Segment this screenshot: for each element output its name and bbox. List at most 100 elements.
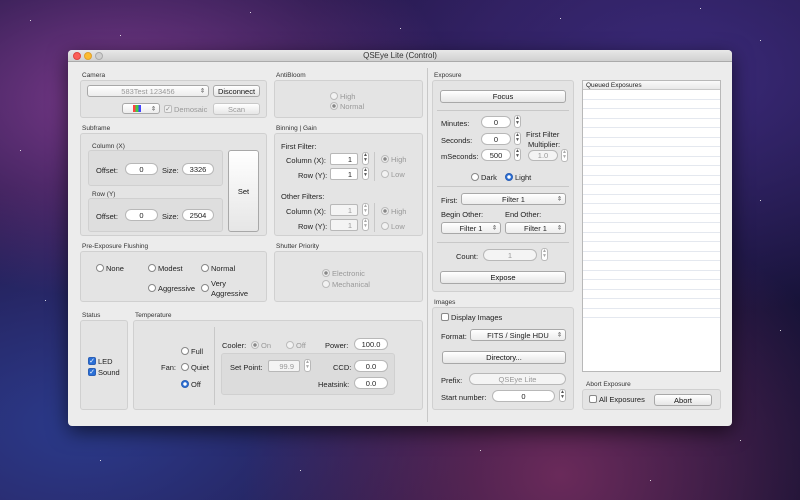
ff-gain-high-radio[interactable] <box>381 155 389 163</box>
row-size-label: Size: <box>162 212 179 221</box>
fan-full-radio[interactable] <box>181 347 189 355</box>
mseconds-stepper[interactable]: ▲ ▼ <box>514 148 521 161</box>
mseconds-field[interactable]: 500 <box>481 149 511 161</box>
shutter-mechanical-radio[interactable] <box>322 280 330 288</box>
queue-row[interactable] <box>583 156 720 166</box>
col-offset-field[interactable]: 0 <box>125 163 158 175</box>
display-images-checkbox[interactable] <box>441 313 449 321</box>
queue-row[interactable] <box>583 175 720 185</box>
scan-button[interactable]: Scan <box>213 103 260 115</box>
row-size-field[interactable]: 2504 <box>182 209 214 221</box>
dark-radio[interactable] <box>471 173 479 181</box>
temperature-section-label: Temperature <box>135 312 172 319</box>
queue-row[interactable] <box>583 270 720 280</box>
flush-aggressive-radio[interactable] <box>148 284 156 292</box>
multiplier-field[interactable]: 1.0 <box>528 150 558 161</box>
led-checkbox[interactable]: ✓ <box>88 357 96 365</box>
minutes-stepper[interactable]: ▲ ▼ <box>514 115 521 128</box>
setpoint-stepper[interactable]: ▲ ▼ <box>304 359 311 372</box>
queue-row[interactable] <box>583 137 720 147</box>
start-number-stepper[interactable]: ▲ ▼ <box>559 389 566 402</box>
expose-button[interactable]: Expose <box>440 271 566 284</box>
setpoint-field[interactable]: 99.9 <box>268 360 300 372</box>
queued-exposures-table[interactable]: Queued Exposures <box>582 80 721 372</box>
multiplier-stepper[interactable]: ▲ ▼ <box>561 149 568 162</box>
queue-row[interactable] <box>583 128 720 138</box>
of-gain-low-radio[interactable] <box>381 222 389 230</box>
power-field: 100.0 <box>354 338 388 350</box>
led-label: LED <box>98 357 113 366</box>
queue-row[interactable] <box>583 232 720 242</box>
of-gain-high-radio[interactable] <box>381 207 389 215</box>
seconds-field[interactable]: 0 <box>481 133 511 145</box>
of-row-field[interactable]: 1 <box>330 219 358 231</box>
flush-normal-radio[interactable] <box>201 264 209 272</box>
all-exposures-checkbox[interactable] <box>589 395 597 403</box>
row-offset-field[interactable]: 0 <box>125 209 158 221</box>
demosaic-checkbox[interactable]: ✓ <box>164 105 172 113</box>
of-row-stepper[interactable]: ▲ ▼ <box>362 218 369 231</box>
shutter-mechanical-label: Mechanical <box>332 280 370 289</box>
set-subframe-button[interactable]: Set <box>228 150 259 232</box>
queue-row[interactable] <box>583 194 720 204</box>
fan-label: Fan: <box>161 363 177 372</box>
queue-row[interactable] <box>583 204 720 214</box>
first-filter-value: Filter 1 <box>502 194 525 204</box>
queue-row[interactable] <box>583 299 720 309</box>
end-other-select[interactable]: Filter 1 ⇕ <box>505 222 566 234</box>
ff-row-field[interactable]: 1 <box>330 168 358 180</box>
first-filter-select[interactable]: Filter 1 ⇕ <box>461 193 566 205</box>
ff-column-stepper[interactable]: ▲ ▼ <box>362 152 369 165</box>
minutes-field[interactable]: 0 <box>481 116 511 128</box>
start-number-field[interactable]: 0 <box>492 390 555 402</box>
cooler-off-radio[interactable] <box>286 341 294 349</box>
queue-row[interactable] <box>583 251 720 261</box>
abort-button[interactable]: Abort <box>654 394 712 406</box>
disconnect-button[interactable]: Disconnect <box>213 85 260 97</box>
count-stepper[interactable]: ▲ ▼ <box>541 248 548 261</box>
fan-off-radio[interactable] <box>181 380 189 388</box>
camera-device-select[interactable]: 583Test 123456 ⇕ <box>87 85 209 97</box>
heatsink-label: Heatsink: <box>318 380 350 389</box>
seconds-stepper[interactable]: ▲ ▼ <box>514 132 521 145</box>
ff-column-field[interactable]: 1 <box>330 153 358 165</box>
queue-row[interactable] <box>583 90 720 100</box>
begin-other-select[interactable]: Filter 1 ⇕ <box>441 222 501 234</box>
cooler-on-radio[interactable] <box>251 341 259 349</box>
queue-row[interactable] <box>583 118 720 128</box>
queue-row[interactable] <box>583 166 720 176</box>
prefix-field[interactable]: QSEye Lite <box>469 373 566 385</box>
of-column-stepper[interactable]: ▲ ▼ <box>362 203 369 216</box>
color-mode-select[interactable]: ⇕ <box>122 103 160 114</box>
ff-gain-low-radio[interactable] <box>381 170 389 178</box>
antibloom-high-radio[interactable] <box>330 92 338 100</box>
ff-row-stepper[interactable]: ▲ ▼ <box>362 167 369 180</box>
queue-row[interactable] <box>583 308 720 318</box>
sound-checkbox[interactable]: ✓ <box>88 368 96 376</box>
focus-button[interactable]: Focus <box>440 90 566 103</box>
queue-row[interactable] <box>583 185 720 195</box>
queue-row[interactable] <box>583 147 720 157</box>
queue-row[interactable] <box>583 99 720 109</box>
queue-row[interactable] <box>583 280 720 290</box>
fan-quiet-radio[interactable] <box>181 363 189 371</box>
flush-none-radio[interactable] <box>96 264 104 272</box>
queued-exposures-header: Queued Exposures <box>583 81 720 90</box>
queue-row[interactable] <box>583 223 720 233</box>
queue-row[interactable] <box>583 109 720 119</box>
antibloom-normal-radio[interactable] <box>330 102 338 110</box>
of-column-field[interactable]: 1 <box>330 204 358 216</box>
col-size-field[interactable]: 3326 <box>182 163 214 175</box>
queue-row[interactable] <box>583 289 720 299</box>
divider <box>437 242 569 243</box>
count-field[interactable]: 1 <box>483 249 537 261</box>
light-radio[interactable] <box>505 173 513 181</box>
queue-row[interactable] <box>583 261 720 271</box>
flush-very-aggressive-radio[interactable] <box>201 284 209 292</box>
format-select[interactable]: FITS / Single HDU ⇕ <box>470 329 566 341</box>
flush-modest-radio[interactable] <box>148 264 156 272</box>
queue-row[interactable] <box>583 242 720 252</box>
shutter-electronic-radio[interactable] <box>322 269 330 277</box>
directory-button[interactable]: Directory... <box>442 351 566 364</box>
queue-row[interactable] <box>583 213 720 223</box>
